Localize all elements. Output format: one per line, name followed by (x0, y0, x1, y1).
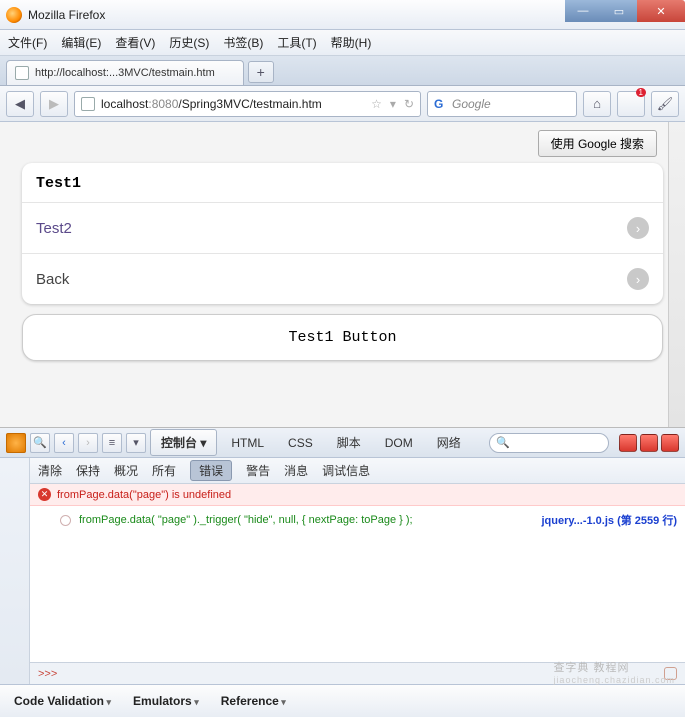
devtools-tab-css[interactable]: CSS (278, 432, 323, 454)
chevron-right-icon: › (627, 217, 649, 239)
bottombar-reference[interactable]: Reference (221, 694, 286, 708)
subtab-clear[interactable]: 清除 (38, 462, 62, 479)
list-card: Test1 Test2 › Back › (22, 163, 663, 304)
forward-button[interactable]: ▶ (40, 91, 68, 117)
menu-bookmarks[interactable]: 书签(B) (223, 34, 263, 51)
navbar: ◀ ▶ localhost:8080/Spring3MVC/testmain.h… (0, 86, 685, 122)
subtab-debug[interactable]: 调试信息 (322, 462, 370, 479)
devtools-tab-net[interactable]: 网络 (427, 430, 471, 455)
subtab-profile[interactable]: 概况 (114, 462, 138, 479)
back-button[interactable]: ◀ (6, 91, 34, 117)
console-subtabs: 清除 保持 概况 所有 错误 警告 消息 调试信息 (30, 458, 685, 484)
prompt-icon: >>> (38, 668, 57, 680)
menu-edit[interactable]: 编辑(E) (61, 34, 101, 51)
close-button[interactable]: ✕ (637, 0, 685, 22)
subtab-all[interactable]: 所有 (152, 462, 176, 479)
dropdown-icon[interactable]: ▾ (126, 433, 146, 453)
dropdown-icon[interactable]: ▾ (390, 97, 396, 111)
list-item-back[interactable]: Back › (22, 253, 663, 304)
subtab-messages[interactable]: 消息 (284, 462, 308, 479)
test1-button[interactable]: Test1 Button (22, 314, 663, 361)
bottombar-code-validation[interactable]: Code Validation (14, 694, 111, 708)
console-error-row[interactable]: ✕ fromPage.data("page") is undefined (30, 484, 685, 506)
watermark: 查字典 教程网 jiaocheng.chazidian.com (553, 659, 675, 685)
url-actions: ☆ ▾ ↻ (371, 97, 414, 111)
subtab-errors[interactable]: 错误 (190, 460, 232, 481)
reload-icon[interactable]: ↻ (404, 97, 414, 111)
code-source[interactable]: jquery...-1.0.js (第 2559 行) (541, 512, 677, 528)
tab-label: http://localhost:...3MVC/testmain.htm (35, 67, 215, 79)
breakpoint-icon[interactable] (60, 515, 71, 526)
search-placeholder: Google (452, 97, 491, 111)
minimize-button[interactable]: — (565, 0, 601, 22)
devtools-tab-script[interactable]: 脚本 (327, 430, 371, 455)
devtools-tab-dom[interactable]: DOM (375, 432, 423, 454)
google-search-button[interactable]: 使用 Google 搜索 (538, 130, 657, 157)
menu-help[interactable]: 帮助(H) (331, 34, 372, 51)
window-controls: — ▭ ✕ (565, 0, 685, 22)
menu-history[interactable]: 历史(S) (169, 34, 209, 51)
list-item-label: Back (36, 271, 69, 288)
prev-icon[interactable]: ‹ (54, 433, 74, 453)
firebug-icon[interactable] (6, 433, 26, 453)
devtools-close-button[interactable] (661, 434, 679, 452)
page-viewport: 使用 Google 搜索 Test1 Test2 › Back › Test1 … (0, 122, 685, 428)
menubar: 文件(F) 编辑(E) 查看(V) 历史(S) 书签(B) 工具(T) 帮助(H… (0, 30, 685, 56)
list-item-label: Test2 (36, 220, 72, 237)
maximize-button[interactable]: ▭ (601, 0, 637, 22)
colorpicker-icon[interactable]: 🖌 (651, 91, 679, 117)
devtools-panel: 🔍 ‹ › ≡ ▾ 控制台 ▾ HTML CSS 脚本 DOM 网络 🔍 清除 … (0, 428, 685, 684)
devtools-toolbar: 🔍 ‹ › ≡ ▾ 控制台 ▾ HTML CSS 脚本 DOM 网络 🔍 (0, 428, 685, 458)
url-text: localhost:8080/Spring3MVC/testmain.htm (101, 97, 322, 111)
badge-button[interactable]: 1 (617, 91, 645, 117)
menu-tools[interactable]: 工具(T) (277, 34, 316, 51)
inspect-icon[interactable]: 🔍 (30, 433, 50, 453)
devtools-minimize-button[interactable] (619, 434, 637, 452)
browser-tab[interactable]: http://localhost:...3MVC/testmain.htm (6, 60, 244, 85)
menu-view[interactable]: 查看(V) (115, 34, 155, 51)
firefox-icon (6, 7, 22, 23)
page-icon (15, 66, 29, 80)
tabbar: http://localhost:...3MVC/testmain.htm + (0, 56, 685, 86)
devtools-search[interactable]: 🔍 (489, 433, 609, 453)
devtools-sidebar (0, 458, 30, 684)
google-icon: G (434, 97, 448, 111)
url-bar[interactable]: localhost:8080/Spring3MVC/testmain.htm ☆… (74, 91, 421, 117)
list-item-test2[interactable]: Test2 › (22, 202, 663, 253)
new-tab-button[interactable]: + (248, 61, 274, 83)
console-output: ✕ fromPage.data("page") is undefined fro… (30, 484, 685, 662)
code-text: fromPage.data( "page" )._trigger( "hide"… (79, 514, 413, 526)
devtools-tab-console[interactable]: 控制台 ▾ (150, 429, 217, 456)
lines-icon[interactable]: ≡ (102, 433, 122, 453)
subtab-persist[interactable]: 保持 (76, 462, 100, 479)
window-titlebar: Mozilla Firefox — ▭ ✕ (0, 0, 685, 30)
next-icon[interactable]: › (78, 433, 98, 453)
home-button[interactable]: ⌂ (583, 91, 611, 117)
card-header: Test1 (22, 163, 663, 202)
subtab-warnings[interactable]: 警告 (246, 462, 270, 479)
window-title: Mozilla Firefox (28, 8, 105, 22)
search-bar[interactable]: G Google (427, 91, 577, 117)
star-icon[interactable]: ☆ (371, 97, 382, 111)
devtools-tab-html[interactable]: HTML (221, 432, 274, 454)
devtools-popout-button[interactable] (640, 434, 658, 452)
console-code-row[interactable]: fromPage.data( "page" )._trigger( "hide"… (30, 506, 685, 534)
bottombar-emulators[interactable]: Emulators (133, 694, 199, 708)
page-icon (81, 97, 95, 111)
error-message: fromPage.data("page") is undefined (57, 489, 231, 501)
error-icon: ✕ (38, 488, 51, 501)
menu-file[interactable]: 文件(F) (8, 34, 47, 51)
chevron-right-icon: › (627, 268, 649, 290)
status-bar: Code Validation Emulators Reference (0, 684, 685, 717)
